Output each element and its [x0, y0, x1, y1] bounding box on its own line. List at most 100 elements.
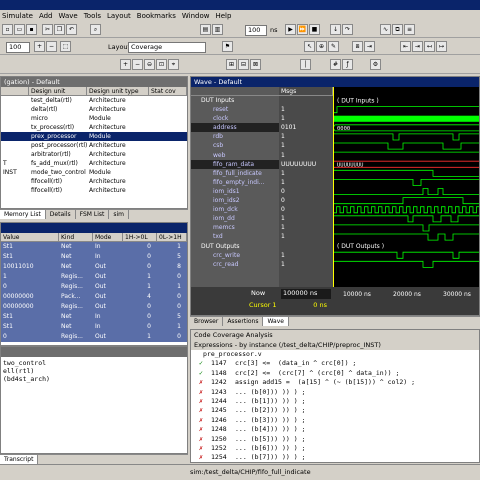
instance-row[interactable]: INST mode_two_control Module: [1, 168, 187, 177]
instance-row[interactable]: fifocell(rtl) Architecture: [1, 186, 187, 195]
wave-compare-icon[interactable]: ⧈: [352, 41, 363, 52]
coverage-line[interactable]: ✗ 1245 ... (b[2])) )) ) ;: [191, 406, 479, 415]
tab-wave[interactable]: Wave: [263, 317, 289, 326]
wave-group-name[interactable]: DUT Outputs: [191, 242, 279, 251]
zoom-out-small-icon[interactable]: −: [132, 59, 143, 70]
menu-tools[interactable]: Tools: [84, 12, 101, 20]
tab-assertions[interactable]: Assertions: [223, 317, 264, 326]
radix-icon[interactable]: #: [330, 59, 341, 70]
zoom-in-icon[interactable]: +: [34, 41, 45, 52]
new-icon[interactable]: ▫: [2, 24, 13, 35]
instance-row[interactable]: arbitrator(rtl) Architecture: [1, 150, 187, 159]
wave-signal-name[interactable]: reset: [191, 105, 279, 114]
run-length-field[interactable]: 100: [245, 25, 267, 36]
properties-icon[interactable]: ⚙: [370, 59, 381, 70]
menu-help[interactable]: Help: [215, 12, 231, 20]
wave-signal-name[interactable]: rdb: [191, 132, 279, 141]
open-icon[interactable]: ▭: [14, 24, 25, 35]
continue-icon[interactable]: ⏩: [297, 24, 308, 35]
coverage-file[interactable]: pre_processor.v: [191, 350, 479, 359]
instance-col-header[interactable]: Design unit type: [87, 87, 149, 95]
menu-wave[interactable]: Wave: [59, 12, 78, 20]
instance-row[interactable]: prex_processor Module: [1, 132, 187, 141]
save-icon[interactable]: ▪: [26, 24, 37, 35]
zoom-field[interactable]: 100: [6, 42, 30, 53]
divider-icon[interactable]: │: [300, 59, 311, 70]
edge-next-icon[interactable]: ↦: [436, 41, 447, 52]
dataflow-icon[interactable]: ⧉: [392, 24, 403, 35]
collapse-icon[interactable]: ⊟: [238, 59, 249, 70]
objects-col-header[interactable]: Value: [1, 233, 59, 241]
wave-signal-name[interactable]: web: [191, 151, 279, 160]
wave-signal-name[interactable]: clock: [191, 114, 279, 123]
objects-col-header[interactable]: 0L->1H: [157, 233, 187, 241]
coverage-line[interactable]: ✓ 1147 crc[3] <= (data_in ^ crc[0]) ;: [191, 359, 479, 368]
wave-signal-name[interactable]: memcs: [191, 223, 279, 232]
menu-bookmarks[interactable]: Bookmarks: [137, 12, 176, 20]
run-icon[interactable]: ▶: [285, 24, 296, 35]
wave-canvas[interactable]: ( DUT Inputs ) 0000 UUUUUUUU ( DUT Outputs …: [333, 87, 479, 287]
coverage-line[interactable]: ✗ 1252 ... (b[6])) )) ) ;: [191, 444, 479, 453]
zoom-in-small-icon[interactable]: +: [120, 59, 131, 70]
tab-memory-list[interactable]: Memory List: [0, 210, 46, 219]
compile-icon[interactable]: ▤: [200, 24, 211, 35]
list-icon[interactable]: ≡: [404, 24, 415, 35]
wave-signal-name[interactable]: iom_dd: [191, 214, 279, 223]
instance-col-header[interactable]: [1, 87, 29, 95]
tab-transcript[interactable]: Transcript: [0, 455, 39, 464]
insert-cursor-icon[interactable]: ⇥: [364, 41, 375, 52]
objects-row[interactable]: St1 Net In 0 1: [1, 242, 187, 252]
tab-browser[interactable]: Browser: [190, 317, 224, 326]
wave-signal-name[interactable]: iom_ids1: [191, 187, 279, 196]
wave-signal-name[interactable]: crc_read: [191, 260, 279, 269]
cut-icon[interactable]: ✂: [42, 24, 53, 35]
coverage-line[interactable]: ✗ 1254 ... (b[7])) )) ) ;: [191, 453, 479, 462]
group-icon[interactable]: ⊠: [250, 59, 261, 70]
instance-row[interactable]: test_delta(rtl) Architecture: [1, 96, 187, 105]
format-icon[interactable]: ƒ: [342, 59, 353, 70]
instance-row[interactable]: micro Module: [1, 114, 187, 123]
zoom-out-icon[interactable]: −: [46, 41, 57, 52]
undo-icon[interactable]: ↶: [66, 24, 77, 35]
wave-signal-name[interactable]: txd: [191, 232, 279, 241]
menu-window[interactable]: Window: [182, 12, 210, 20]
coverage-line[interactable]: ✗ 1246 ... (b[3])) )) ) ;: [191, 416, 479, 425]
wave-signal-name[interactable]: iom_ids2: [191, 196, 279, 205]
break-icon[interactable]: ■: [309, 24, 320, 35]
menu-layout[interactable]: Layout: [107, 12, 131, 20]
zoom-mode-icon[interactable]: ⊕: [316, 41, 327, 52]
objects-col-header[interactable]: 1H->0L: [123, 233, 157, 241]
tab-details[interactable]: Details: [46, 210, 76, 219]
wave-signal-name[interactable]: fifo_empty_indi...: [191, 178, 279, 187]
menu-simulate[interactable]: Simulate: [2, 12, 33, 20]
objects-col-header[interactable]: Mode: [93, 233, 123, 241]
objects-row[interactable]: 0 Regis... Out 1 0: [1, 332, 187, 342]
objects-col-header[interactable]: Kind: [59, 233, 93, 241]
instance-row[interactable]: post_processor(rtl) Architecture: [1, 141, 187, 150]
objects-row[interactable]: St1 Net In 0 5: [1, 312, 187, 322]
tab-sim[interactable]: sim: [109, 210, 129, 219]
edge-prev-icon[interactable]: ↤: [424, 41, 435, 52]
cursor-next-icon[interactable]: ⇥: [412, 41, 423, 52]
instance-col-header[interactable]: Design unit: [29, 87, 87, 95]
expand-icon[interactable]: ⊞: [226, 59, 237, 70]
wave-signal-name[interactable]: csb: [191, 141, 279, 150]
instance-row[interactable]: delta(rtl) Architecture: [1, 105, 187, 114]
objects-row[interactable]: 00000000 Regis... Out 0 0: [1, 302, 187, 312]
objects-row[interactable]: St1 Net In 0 1: [1, 322, 187, 332]
edit-mode-icon[interactable]: ✎: [328, 41, 339, 52]
objects-row[interactable]: 10011010 Net Out 0 8: [1, 262, 187, 272]
tab-fsm-list[interactable]: FSM List: [76, 210, 110, 219]
wave-group-name[interactable]: DUT Inputs: [191, 96, 279, 105]
select-pointer-icon[interactable]: ↖: [304, 41, 315, 52]
zoom-fit-icon[interactable]: ⊡: [156, 59, 167, 70]
wave-signal-name[interactable]: fifo_full_indicate: [191, 169, 279, 178]
instance-row[interactable]: Tfs_add_mux(rtl) Architecture: [1, 159, 187, 168]
coverage-line[interactable]: ✗ 1248 ... (b[4])) )) ) ;: [191, 425, 479, 434]
objects-row[interactable]: 1 Regis... Out 1 0: [1, 272, 187, 282]
layout-select[interactable]: Coverage: [128, 42, 206, 53]
wave-signal-name[interactable]: address: [191, 123, 279, 133]
copy-icon[interactable]: ❐: [54, 24, 65, 35]
objects-row[interactable]: 00000000 Pack... Out 4 0: [1, 292, 187, 302]
objects-row[interactable]: 0 Regis... Out 1 1: [1, 282, 187, 292]
